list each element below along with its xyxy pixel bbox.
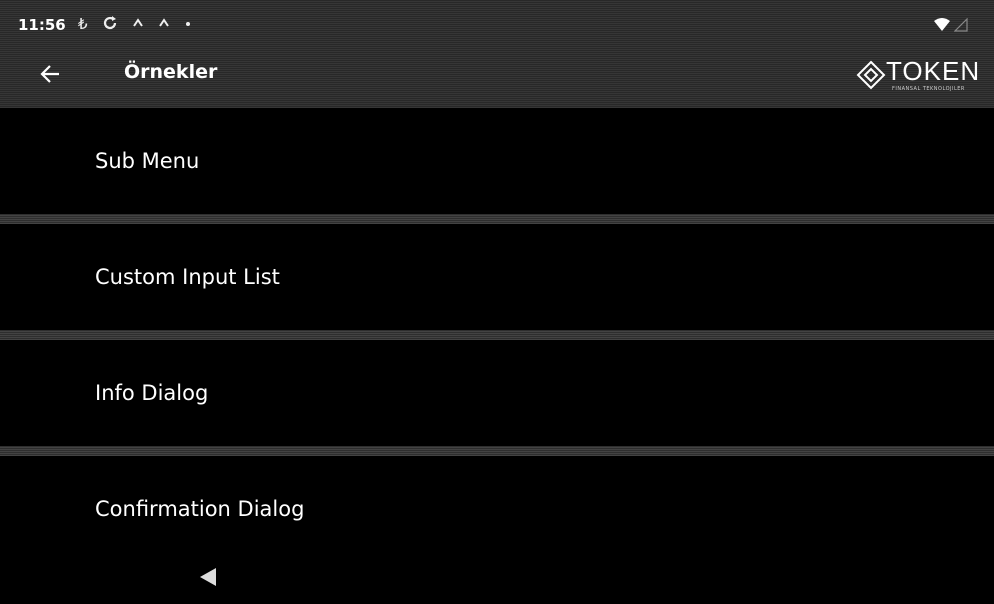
menu-item-sub-menu[interactable]: Sub Menu bbox=[0, 108, 994, 214]
navigation-bar bbox=[0, 556, 994, 604]
menu-item-label: Custom Input List bbox=[95, 265, 280, 289]
arrow-left-icon bbox=[40, 65, 59, 83]
menu-item-confirmation-dialog[interactable]: Confirmation Dialog bbox=[0, 456, 994, 562]
lira-icon: ₺ bbox=[78, 15, 88, 33]
menu-item-label: Confirmation Dialog bbox=[95, 497, 305, 521]
status-right-icons bbox=[934, 17, 968, 36]
logo-text: TOKEN bbox=[886, 56, 981, 86]
menu-item-label: Info Dialog bbox=[95, 381, 209, 405]
token-logo-icon bbox=[856, 60, 886, 90]
status-icons: ₺ bbox=[78, 15, 192, 35]
menu-item-custom-input-list[interactable]: Custom Input List bbox=[0, 224, 994, 330]
status-time: 11:56 bbox=[18, 16, 66, 34]
nav-back-button[interactable] bbox=[198, 566, 218, 592]
wifi-icon bbox=[934, 17, 950, 36]
status-bar: 11:56 ₺ bbox=[0, 0, 994, 52]
menu-item-info-dialog[interactable]: Info Dialog bbox=[0, 340, 994, 446]
dot-icon bbox=[184, 15, 192, 35]
back-button[interactable] bbox=[36, 60, 64, 88]
triangle-back-icon bbox=[200, 568, 216, 586]
menu-item-label: Sub Menu bbox=[95, 149, 200, 173]
notification-icon bbox=[158, 15, 170, 35]
menu-list: Sub Menu Custom Input List Info Dialog C… bbox=[0, 108, 994, 562]
divider bbox=[0, 330, 994, 340]
logo-subtitle: FINANSAL TEKNOLOJILER bbox=[892, 86, 965, 92]
token-logo: TOKEN FINANSAL TEKNOLOJILER bbox=[856, 56, 982, 94]
notification-icon bbox=[132, 15, 144, 35]
divider bbox=[0, 214, 994, 224]
app-bar: Örnekler TOKEN FINANSAL TEKNOLOJILER bbox=[0, 52, 994, 108]
sync-icon bbox=[102, 15, 118, 35]
page-title: Örnekler bbox=[124, 61, 218, 83]
divider bbox=[0, 446, 994, 456]
signal-icon bbox=[953, 17, 968, 36]
